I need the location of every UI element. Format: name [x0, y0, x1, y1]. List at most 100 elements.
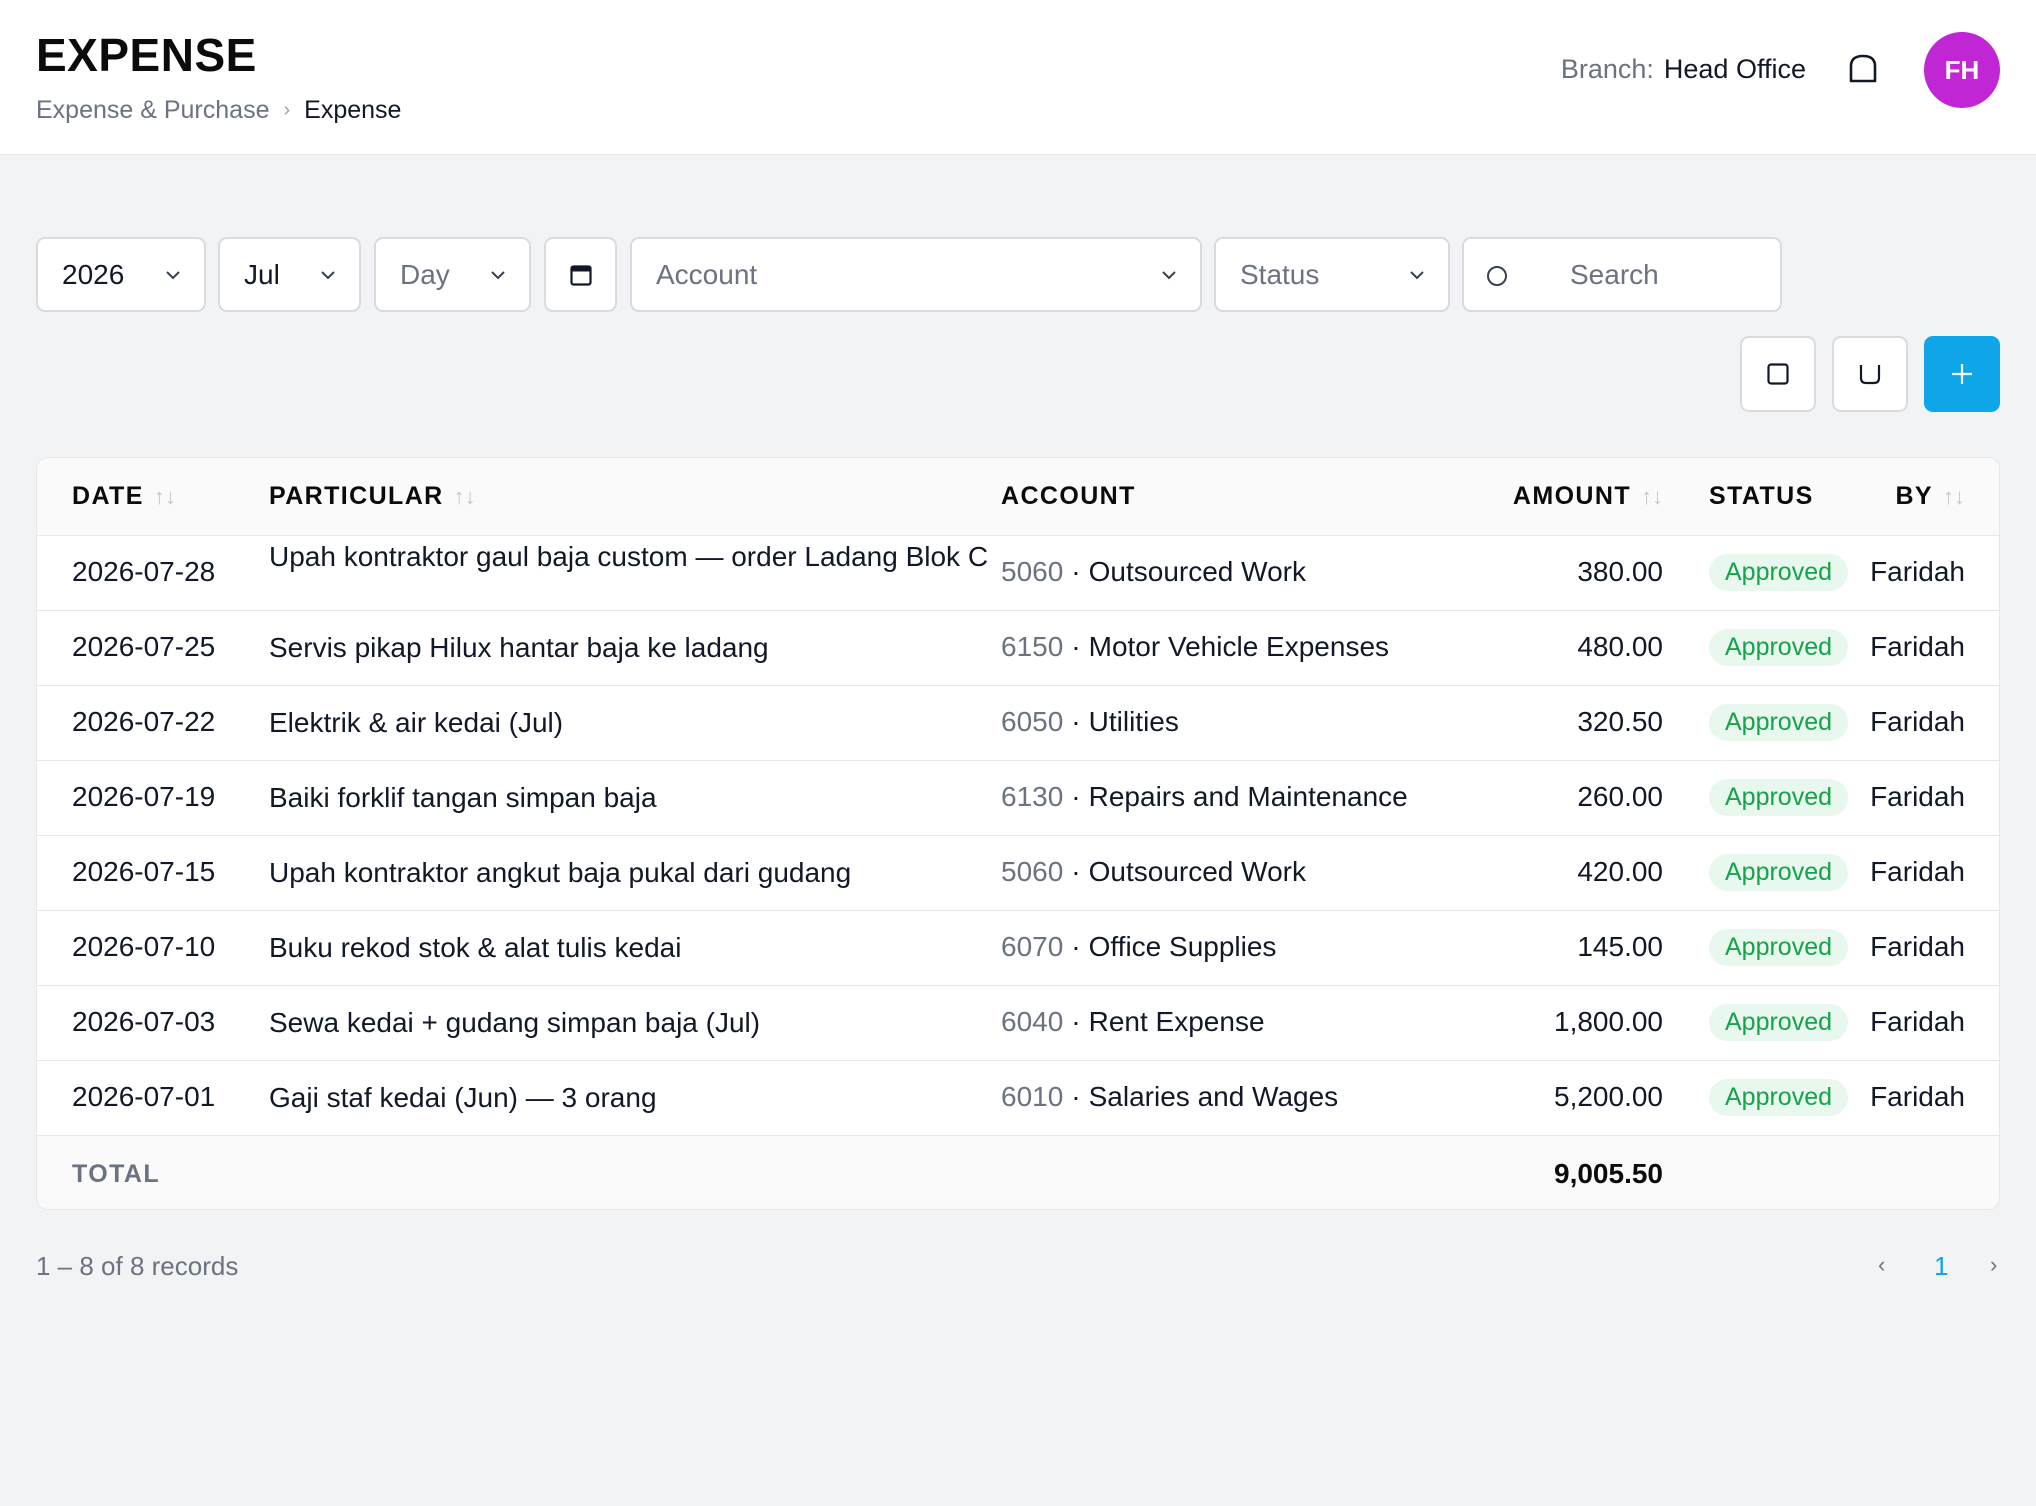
cell-particular: Baiki forklif tangan simpan baja	[269, 782, 657, 813]
page-title: EXPENSE	[36, 29, 257, 81]
column-header-by[interactable]: BY ↑↓	[1895, 482, 1965, 511]
cell-amount: 380.00	[1577, 556, 1663, 587]
status-badge: Approved	[1709, 929, 1849, 966]
account-code: 6130	[1001, 781, 1064, 812]
day-placeholder: Day	[400, 258, 450, 290]
branch-selector[interactable]: Branch: Head Office	[1561, 54, 1806, 85]
column-header-status: STATUS	[1709, 482, 1814, 510]
table-row[interactable]: 2026-07-28 Upah kontraktor gaul baja cus…	[37, 536, 1999, 611]
branch-label: Branch:	[1560, 54, 1654, 84]
cell-particular: Servis pikap Hilux hantar baja ke ladang	[269, 632, 769, 663]
status-placeholder: Status	[1240, 258, 1320, 290]
sort-icon[interactable]: ↑↓	[154, 484, 176, 509]
column-header-date[interactable]: DATE ↑↓	[72, 482, 176, 511]
cell-by: Faridah	[1870, 1081, 1965, 1112]
account-name: Office Supplies	[1088, 931, 1277, 962]
account-code: 6070	[1001, 931, 1064, 962]
records-count: 1 – 8 of 8 records	[36, 1251, 239, 1281]
cell-amount: 480.00	[1577, 631, 1663, 662]
print-button[interactable]	[1832, 336, 1908, 412]
account-name: Motor Vehicle Expenses	[1088, 631, 1390, 662]
breadcrumb-separator: ›	[283, 99, 291, 121]
table-row[interactable]: 2026-07-15 Upah kontraktor angkut baja p…	[37, 836, 1999, 911]
status-badge: Approved	[1709, 854, 1849, 891]
cell-amount: 1,800.00	[1554, 1006, 1663, 1037]
account-code: 6040	[1001, 1006, 1064, 1037]
avatar[interactable]: FH	[1924, 32, 2000, 108]
chevron-down-icon	[1410, 271, 1424, 280]
cell-account: 6130 · Repairs and Maintenance	[1001, 781, 1408, 812]
search-icon	[1487, 266, 1507, 286]
cell-account: 6010 · Salaries and Wages	[1001, 1081, 1339, 1112]
table-row[interactable]: 2026-07-22 Elektrik & air kedai (Jul) 60…	[37, 686, 1999, 761]
table-row[interactable]: 2026-07-01 Gaji staf kedai (Jun) — 3 ora…	[37, 1061, 1999, 1136]
page-number[interactable]: 1	[1934, 1251, 1948, 1282]
column-header-particular[interactable]: PARTICULAR ↑↓	[269, 482, 476, 511]
chevron-right-icon[interactable]: ›	[1990, 1252, 1997, 1278]
cell-by: Faridah	[1870, 556, 1965, 587]
table-row[interactable]: 2026-07-25 Servis pikap Hilux hantar baj…	[37, 611, 1999, 686]
cell-amount: 5,200.00	[1554, 1081, 1663, 1112]
chevron-down-icon	[1162, 271, 1176, 280]
cell-amount: 145.00	[1577, 931, 1663, 962]
breadcrumb-link-expense-purchase[interactable]: Expense & Purchase	[36, 96, 269, 125]
account-name: Utilities	[1088, 706, 1179, 737]
sort-icon[interactable]: ↑↓	[454, 484, 476, 509]
cell-by: Faridah	[1870, 631, 1965, 662]
cell-particular: Sewa kedai + gudang simpan baja (Jul)	[269, 1007, 761, 1038]
sort-icon[interactable]: ↑↓	[1641, 484, 1663, 509]
year-value: 2026	[62, 258, 125, 290]
add-expense-button[interactable]	[1924, 336, 2000, 412]
day-select[interactable]: Day	[374, 237, 531, 312]
cell-particular: Buku rekod stok & alat tulis kedai	[269, 932, 682, 963]
chevron-down-icon	[166, 271, 180, 280]
status-badge: Approved	[1709, 779, 1849, 816]
account-name: Outsourced Work	[1088, 556, 1306, 587]
month-select[interactable]: Jul	[218, 237, 361, 312]
cell-date: 2026-07-15	[72, 856, 216, 887]
year-select[interactable]: 2026	[36, 237, 206, 312]
chevron-down-icon	[321, 271, 335, 280]
search-placeholder: Search	[1570, 259, 1659, 290]
calendar-icon	[569, 264, 592, 286]
cell-amount: 260.00	[1577, 781, 1663, 812]
column-header-amount[interactable]: AMOUNT ↑↓	[1513, 482, 1663, 511]
table-row[interactable]: 2026-07-03 Sewa kedai + gudang simpan ba…	[37, 986, 1999, 1061]
status-badge: Approved	[1709, 1079, 1849, 1116]
status-select[interactable]: Status	[1214, 237, 1450, 312]
account-name: Salaries and Wages	[1088, 1081, 1339, 1112]
total-amount: 9,005.50	[1554, 1158, 1663, 1189]
sort-icon[interactable]: ↑↓	[1943, 484, 1965, 509]
table-row[interactable]: 2026-07-10 Buku rekod stok & alat tulis …	[37, 911, 1999, 986]
month-value: Jul	[244, 258, 280, 290]
cell-account: 6050 · Utilities	[1001, 706, 1179, 737]
account-code: 6150	[1001, 631, 1064, 662]
breadcrumb: Expense & Purchase › Expense	[36, 96, 401, 125]
calendar-button[interactable]	[544, 237, 617, 312]
bell-icon[interactable]	[1846, 52, 1880, 86]
account-select[interactable]: Account	[630, 237, 1202, 312]
expense-table: DATE ↑↓ PARTICULAR ↑↓ ACCOUNT AMOUNT ↑↓ STA…	[36, 457, 2000, 1210]
cell-date: 2026-07-19	[72, 781, 216, 812]
cell-amount: 420.00	[1577, 856, 1663, 887]
cell-particular: Gaji staf kedai (Jun) — 3 orang	[269, 1082, 657, 1113]
cell-by: Faridah	[1870, 706, 1965, 737]
cell-amount: 320.50	[1577, 706, 1663, 737]
cell-particular: Upah kontraktor angkut baja pukal dari g…	[269, 857, 852, 888]
export-button[interactable]	[1740, 336, 1816, 412]
page-header: EXPENSE Expense & Purchase › Expense Bra…	[0, 0, 2036, 155]
search-input[interactable]: Search	[1462, 237, 1782, 312]
status-badge: Approved	[1709, 629, 1849, 666]
total-label: TOTAL	[72, 1160, 161, 1188]
cell-by: Faridah	[1870, 781, 1965, 812]
status-badge: Approved	[1709, 704, 1849, 741]
table-row[interactable]: 2026-07-19 Baiki forklif tangan simpan b…	[37, 761, 1999, 836]
account-placeholder: Account	[656, 258, 758, 290]
cell-by: Faridah	[1870, 931, 1965, 962]
cell-by: Faridah	[1870, 1006, 1965, 1037]
chevron-left-icon[interactable]: ‹	[1878, 1252, 1885, 1278]
cell-account: 5060 · Outsourced Work	[1001, 556, 1306, 587]
account-name: Outsourced Work	[1088, 856, 1306, 887]
cell-by: Faridah	[1870, 856, 1965, 887]
chevron-down-icon	[491, 271, 505, 280]
